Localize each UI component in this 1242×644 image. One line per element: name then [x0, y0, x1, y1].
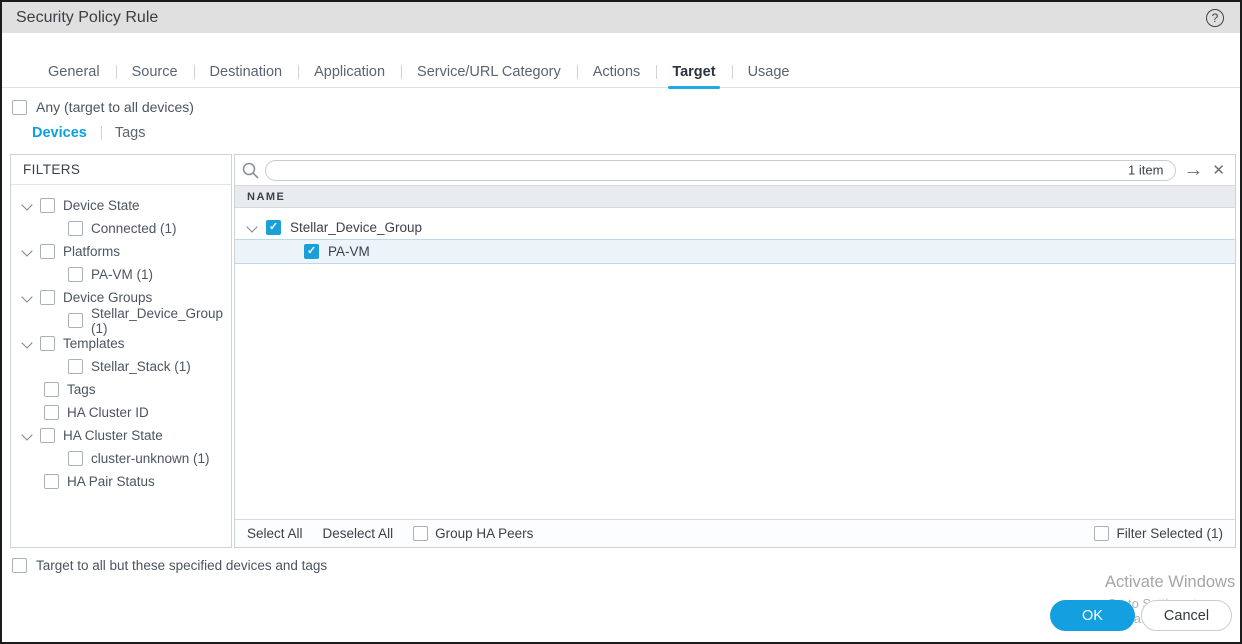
target-all-but-label: Target to all but these specified device… [36, 558, 327, 573]
dialog-titlebar: Security Policy Rule [2, 2, 1240, 33]
activate-windows-watermark: Activate Windows [1105, 573, 1235, 592]
filter-checkbox-stellar-device-group[interactable] [68, 313, 83, 328]
device-list-panel: 1 item NAME Stellar_Device_Group PA-VM S… [234, 154, 1236, 548]
filter-label: Stellar_Stack (1) [91, 359, 191, 374]
filter-checkbox-ha-cluster-state[interactable] [40, 428, 55, 443]
filter-item-pa-vm[interactable]: PA-VM (1) [11, 263, 231, 286]
device-checkbox-stellar-device-group[interactable] [266, 220, 281, 235]
clear-filter-icon[interactable] [1210, 163, 1227, 178]
filters-tree: Device State Connected (1) Platforms PA-… [11, 185, 231, 493]
tab-service-url-category[interactable]: Service/URL Category [401, 56, 577, 88]
filter-label: Platforms [63, 244, 120, 259]
column-header-label: NAME [247, 191, 285, 203]
filter-selected-control: Filter Selected (1) [1094, 526, 1223, 541]
filter-item-device-state[interactable]: Device State [11, 194, 231, 217]
filter-label: PA-VM (1) [91, 267, 153, 282]
tab-target[interactable]: Target [656, 56, 731, 88]
filter-checkbox-stellar-stack[interactable] [68, 359, 83, 374]
subtab-bar: Devices Tags [32, 122, 159, 144]
filter-checkbox-templates[interactable] [40, 336, 55, 351]
any-target-row: Any (target to all devices) [12, 99, 194, 115]
filter-item-stellar-device-group[interactable]: Stellar_Device_Group (1) [11, 309, 231, 332]
help-icon[interactable] [1206, 9, 1224, 27]
any-target-checkbox[interactable] [12, 100, 27, 115]
filter-label: Templates [63, 336, 125, 351]
filter-checkbox-device-groups[interactable] [40, 290, 55, 305]
filter-label: Device Groups [63, 290, 152, 305]
device-row-stellar-device-group[interactable]: Stellar_Device_Group [235, 216, 1235, 239]
tab-actions[interactable]: Actions [577, 56, 657, 88]
device-name: PA-VM [328, 244, 370, 259]
filter-checkbox-ha-pair-status[interactable] [44, 474, 59, 489]
target-all-but-checkbox[interactable] [12, 558, 27, 573]
tab-bar: General Source Destination Application S… [2, 56, 1240, 88]
filter-item-stellar-stack[interactable]: Stellar_Stack (1) [11, 355, 231, 378]
filter-checkbox-ha-cluster-id[interactable] [44, 405, 59, 420]
filter-item-ha-cluster-state[interactable]: HA Cluster State [11, 424, 231, 447]
item-count-badge: 1 item [1128, 163, 1163, 178]
chevron-down-icon[interactable] [23, 199, 32, 208]
filter-checkbox-connected[interactable] [68, 221, 83, 236]
list-footer: Select All Deselect All Group HA Peers F… [235, 519, 1235, 547]
device-rows: Stellar_Device_Group PA-VM [235, 208, 1235, 519]
group-ha-peers-control: Group HA Peers [413, 526, 533, 541]
filter-item-ha-cluster-id[interactable]: HA Cluster ID [11, 401, 231, 424]
filter-checkbox-device-state[interactable] [40, 198, 55, 213]
chevron-down-icon[interactable] [23, 245, 32, 254]
filter-label: HA Cluster State [63, 428, 163, 443]
filter-item-tags[interactable]: Tags [11, 378, 231, 401]
filter-label: Connected (1) [91, 221, 177, 236]
filter-label: Tags [67, 382, 96, 397]
filter-label: HA Pair Status [67, 474, 155, 489]
chevron-down-icon[interactable] [23, 291, 32, 300]
deselect-all-button[interactable]: Deselect All [323, 526, 406, 541]
chevron-down-icon[interactable] [23, 337, 32, 346]
chevron-down-icon[interactable] [248, 221, 257, 230]
filter-checkbox-platforms[interactable] [40, 244, 55, 259]
search-icon [241, 161, 260, 180]
filter-selected-label: Filter Selected (1) [1116, 526, 1223, 541]
apply-filter-arrow-icon[interactable] [1181, 160, 1205, 180]
tab-source[interactable]: Source [116, 56, 194, 88]
device-row-pa-vm[interactable]: PA-VM [235, 239, 1235, 264]
filter-label: HA Cluster ID [67, 405, 149, 420]
filter-selected-checkbox[interactable] [1094, 526, 1109, 541]
search-pill: 1 item [265, 160, 1176, 181]
filter-label: Stellar_Device_Group (1) [91, 306, 231, 336]
target-all-but-row: Target to all but these specified device… [12, 558, 327, 573]
device-checkbox-pa-vm[interactable] [304, 244, 319, 259]
tab-destination[interactable]: Destination [194, 56, 299, 88]
filter-label: Device State [63, 198, 140, 213]
filter-item-connected[interactable]: Connected (1) [11, 217, 231, 240]
filter-checkbox-tags[interactable] [44, 382, 59, 397]
filter-item-ha-pair-status[interactable]: HA Pair Status [11, 470, 231, 493]
tab-usage[interactable]: Usage [732, 56, 806, 88]
filter-label: cluster-unknown (1) [91, 451, 210, 466]
device-name: Stellar_Device_Group [290, 220, 422, 235]
cancel-button[interactable]: Cancel [1141, 600, 1232, 631]
dialog-title: Security Policy Rule [16, 9, 158, 27]
ok-button[interactable]: OK [1050, 600, 1135, 631]
filters-title: FILTERS [11, 155, 231, 185]
group-ha-peers-label: Group HA Peers [435, 526, 533, 541]
filters-panel: FILTERS Device State Connected (1) Platf… [10, 154, 232, 548]
filter-checkbox-pa-vm[interactable] [68, 267, 83, 282]
search-input[interactable] [266, 163, 1175, 178]
search-row: 1 item [235, 155, 1235, 185]
subtab-devices[interactable]: Devices [32, 122, 101, 144]
filter-item-cluster-unknown[interactable]: cluster-unknown (1) [11, 447, 231, 470]
tab-application[interactable]: Application [298, 56, 401, 88]
subtab-tags[interactable]: Tags [101, 122, 160, 144]
column-header-name[interactable]: NAME [235, 185, 1235, 208]
chevron-down-icon[interactable] [23, 429, 32, 438]
group-ha-peers-checkbox[interactable] [413, 526, 428, 541]
filter-checkbox-cluster-unknown[interactable] [68, 451, 83, 466]
filter-item-platforms[interactable]: Platforms [11, 240, 231, 263]
tab-general[interactable]: General [32, 56, 116, 88]
any-target-label: Any (target to all devices) [36, 99, 194, 115]
select-all-button[interactable]: Select All [247, 526, 315, 541]
